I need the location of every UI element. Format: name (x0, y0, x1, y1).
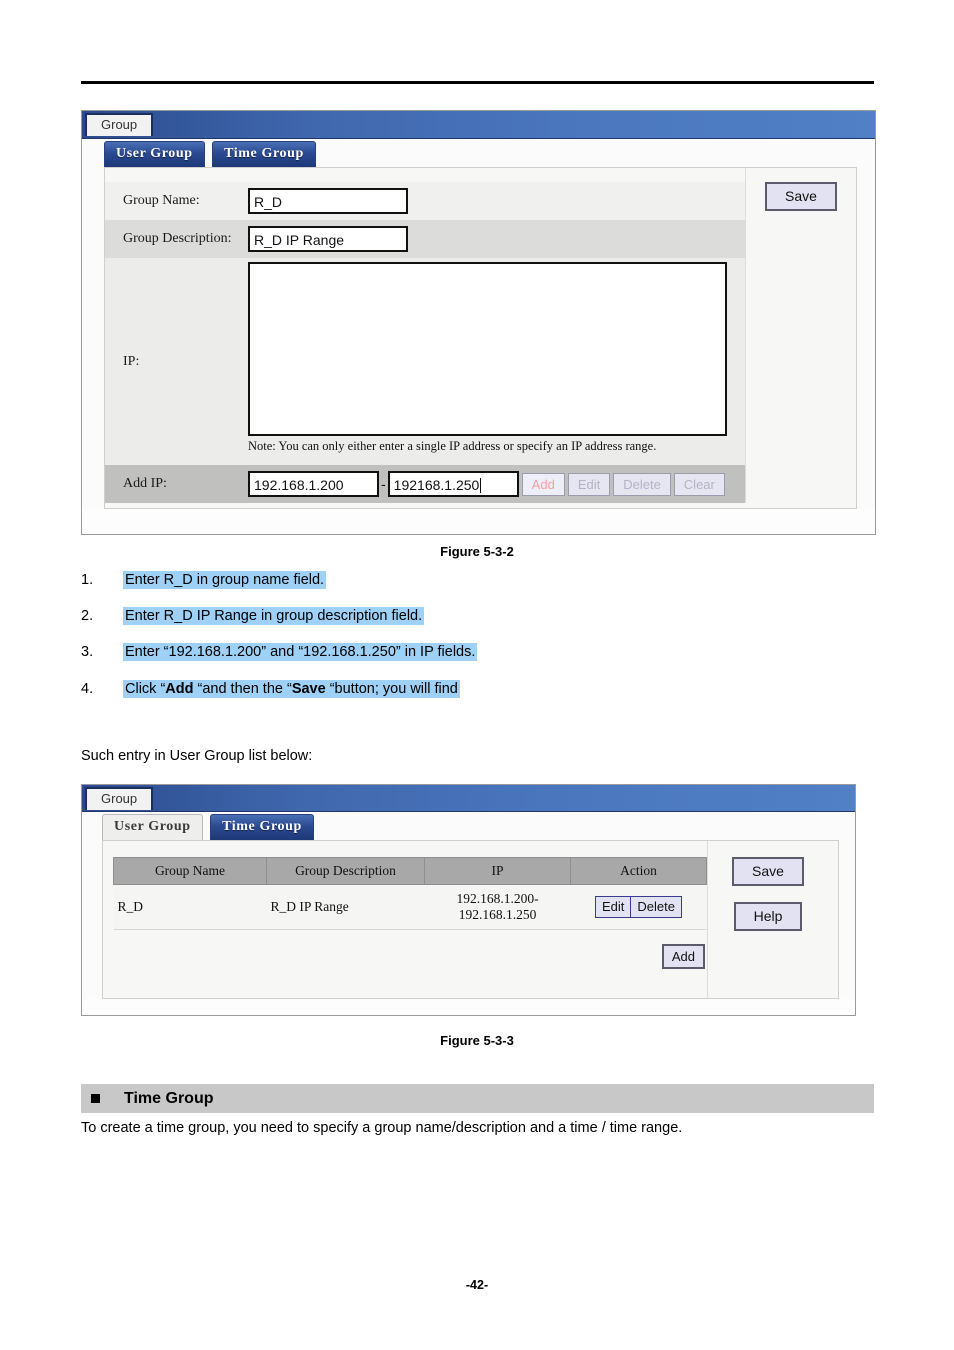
cell-action: Edit Delete (570, 884, 707, 930)
side-button-column-2: Save Help (707, 841, 828, 998)
table-column: Group Name Group Description IP Action R… (103, 841, 707, 998)
screenshot-user-group-form: Group User Group Time Group Group Name: … (81, 110, 876, 535)
form-wrapper: Group Name: R_D Group Description: R_D I… (105, 168, 856, 503)
row-delete-button[interactable]: Delete (631, 896, 682, 918)
ip-value-cell: Note: You can only either enter a single… (248, 258, 745, 465)
step-2-index: 2. (81, 608, 94, 624)
tab-time-group-2[interactable]: Time Group (210, 814, 314, 840)
delete-button[interactable]: Delete (613, 472, 671, 496)
table-row: R_D R_D IP Range 192.168.1.200-192.168.1… (113, 884, 707, 930)
intro-line: Such entry in User Group list below: (81, 748, 313, 764)
add-ip-end-text: 192168.1.250 (393, 477, 480, 493)
save-button[interactable]: Save (765, 182, 837, 211)
clear-button[interactable]: Clear (673, 472, 725, 496)
step-4-mid: “and then the “ (193, 681, 292, 697)
ip-list-textarea[interactable] (248, 262, 727, 436)
side-button-column: Save (745, 168, 856, 503)
add-ip-label: Add IP: (123, 476, 167, 491)
table-header-row: Group Name Group Description IP Action (113, 857, 707, 885)
step-3: 3. Enter “192.168.1.200” and “192.168.1.… (81, 643, 781, 661)
window-tab-group-2[interactable]: Group (85, 787, 154, 810)
window-body-2: User Group Time Group Group Name Group D… (82, 812, 855, 999)
tab-time-group[interactable]: Time Group (212, 141, 316, 167)
step-4: 4. Click “Add “and then the “Save “butto… (81, 680, 781, 698)
group-name-value-cell: R_D (248, 182, 745, 220)
row-add-ip: Add IP: 192.168.1.200 - 192168.1.250 Add… (105, 465, 745, 503)
row-group-name: Group Name: R_D (105, 182, 745, 220)
group-description-input[interactable]: R_D IP Range (248, 226, 408, 252)
step-4-text: Click “Add “and then the “Save “button; … (123, 680, 460, 698)
save-button-2[interactable]: Save (732, 857, 804, 886)
cell-ip: 192.168.1.200-192.168.1.250 (424, 884, 571, 930)
row-ip: IP: Note: You can only either enter a si… (105, 258, 745, 465)
window-titlebar-2: Group (82, 785, 855, 812)
th-group-description: Group Description (266, 857, 425, 885)
row-group-description: Group Description: R_D IP Range (105, 220, 745, 258)
add-entry-button[interactable]: Add (661, 944, 705, 969)
header-rule (81, 81, 874, 84)
add-ip-end-input[interactable]: 192168.1.250 (387, 471, 519, 497)
section-bullet-icon (91, 1094, 100, 1103)
page-number: -42- (465, 1278, 489, 1292)
step-2: 2. Enter R_D IP Range in group descripti… (81, 607, 781, 625)
step-3-index: 3. (81, 644, 94, 660)
step-4-bold-add: Add (165, 681, 194, 697)
row-edit-button[interactable]: Edit (595, 896, 632, 918)
figure1-caption: Figure 5-3-2 (440, 544, 514, 559)
section-band-time-group: Time Group (81, 1084, 874, 1113)
th-action: Action (570, 857, 707, 885)
add-button[interactable]: Add (521, 472, 565, 496)
group-description-value-cell: R_D IP Range (248, 220, 745, 258)
add-row: Add (113, 930, 707, 969)
tab-strip-2: User Group Time Group (82, 812, 855, 840)
section-title: Time Group (124, 1089, 214, 1107)
edit-button[interactable]: Edit (567, 472, 611, 496)
form-card: Group Name: R_D Group Description: R_D I… (104, 167, 857, 509)
document-page: Group User Group Time Group Group Name: … (0, 0, 954, 1350)
window-titlebar: Group (82, 111, 875, 139)
step-2-text: Enter R_D IP Range in group description … (123, 607, 425, 625)
list-card: Group Name Group Description IP Action R… (102, 840, 839, 999)
cell-group-name: R_D (113, 884, 267, 930)
add-ip-start-input[interactable]: 192.168.1.200 (248, 471, 379, 497)
th-ip: IP (424, 857, 571, 885)
form-column: Group Name: R_D Group Description: R_D I… (105, 168, 745, 503)
step-4-pre: Click “ (125, 681, 166, 697)
add-ip-separator: - (381, 476, 386, 492)
window-body: User Group Time Group Group Name: R_D Gr… (82, 139, 875, 509)
user-group-table: Group Name Group Description IP Action R… (113, 857, 707, 930)
section-body-text: To create a time group, you need to spec… (81, 1120, 683, 1136)
tab-user-group[interactable]: User Group (104, 141, 205, 167)
add-ip-value-cell: 192.168.1.200 - 192168.1.250 Add Edit De… (248, 465, 745, 503)
window-tab-group[interactable]: Group (85, 113, 154, 136)
screenshot-user-group-list: Group User Group Time Group Group Name G… (81, 784, 856, 1016)
tab-strip: User Group Time Group (82, 139, 875, 167)
figure2-caption: Figure 5-3-3 (440, 1033, 514, 1048)
step-1-index: 1. (81, 572, 94, 588)
step-4-index: 4. (81, 681, 94, 697)
tab-user-group-2[interactable]: User Group (102, 814, 203, 840)
step-1: 1. Enter R_D in group name field. (81, 571, 781, 589)
ip-label: IP: (123, 353, 140, 369)
group-name-input[interactable]: R_D (248, 188, 408, 214)
step-4-bold-save: Save (291, 681, 326, 697)
cell-group-description: R_D IP Range (266, 884, 425, 930)
step-1-text: Enter R_D in group name field. (123, 571, 327, 589)
step-3-text: Enter “192.168.1.200” and “192.168.1.250… (123, 643, 478, 661)
th-group-name: Group Name (113, 857, 267, 885)
group-name-label: Group Name: (123, 193, 200, 208)
text-caret (480, 478, 482, 493)
help-button[interactable]: Help (733, 902, 803, 931)
group-description-label: Group Description: (123, 231, 232, 246)
ip-note: Note: You can only either enter a single… (248, 439, 657, 453)
step-4-post: “button; you will find (325, 681, 458, 697)
